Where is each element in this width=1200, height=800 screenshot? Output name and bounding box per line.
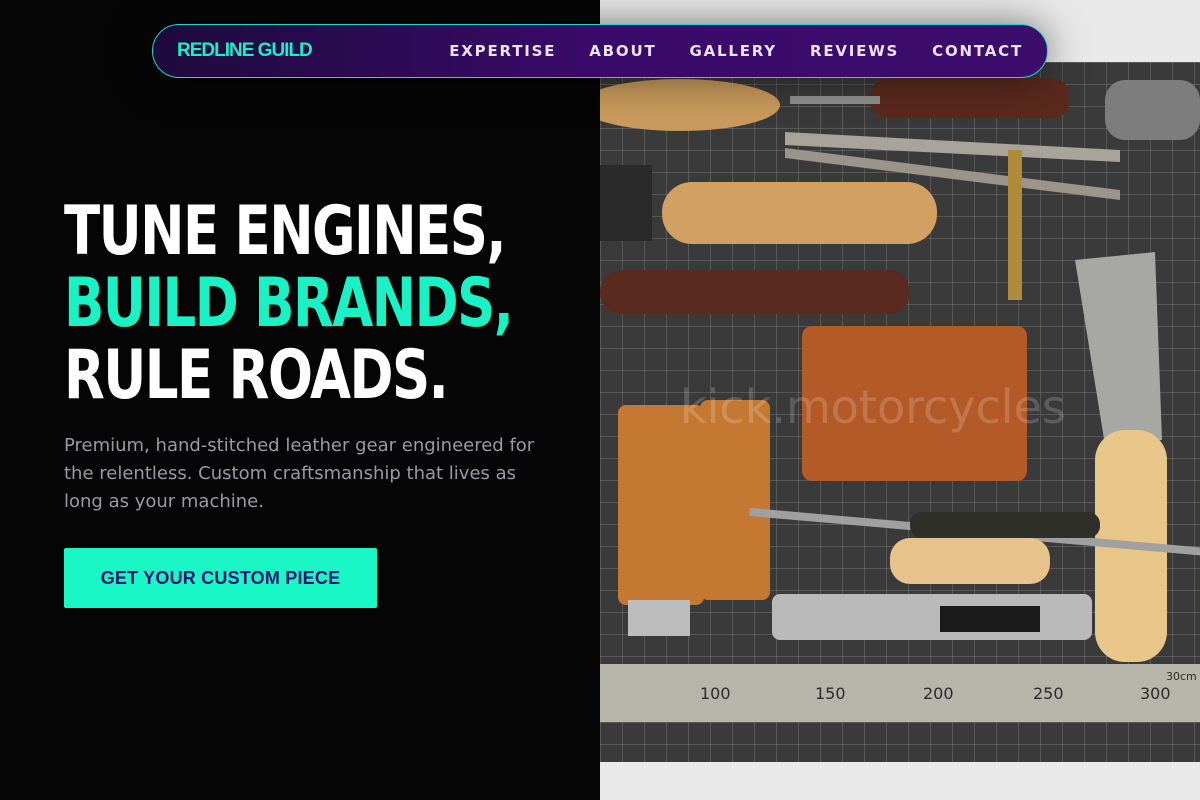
awl-dark-handle-shape (910, 512, 1100, 538)
nav-link-gallery[interactable]: GALLERY (689, 42, 776, 60)
ruler-unit: 30cm (1166, 670, 1197, 683)
ruler-label-100: 100 (700, 684, 731, 703)
cta-button[interactable]: GET YOUR CUSTOM PIECE (64, 548, 377, 608)
knife-blade-shape (1075, 252, 1162, 445)
wood-slicker-shape (600, 79, 780, 131)
ruler-label-200: 200 (923, 684, 954, 703)
nav-link-about[interactable]: ABOUT (589, 42, 656, 60)
hero-headline: TUNE ENGINES, BUILD BRANDS, RULE ROADS. (64, 192, 514, 415)
divider-screw-shape (1008, 150, 1022, 300)
awl-blade-shape (790, 96, 880, 104)
top-navigation: REDLINE GUILD EXPERTISE ABOUT GALLERY RE… (152, 24, 1048, 78)
ruler-label-250: 250 (1033, 684, 1064, 703)
roller-handle-shape (662, 182, 937, 244)
turned-handle-shape (600, 270, 910, 314)
brand-logo[interactable]: REDLINE GUILD (177, 40, 313, 62)
roller-head-shape (600, 165, 652, 241)
nav-link-reviews[interactable]: REVIEWS (810, 42, 899, 60)
watermark: kick.motorcycles (680, 380, 1066, 434)
ruler-labels: 100 150 200 250 300 30cm (600, 670, 1200, 708)
ruler-label-300: 300 (1140, 684, 1171, 703)
utility-knife-grip-shape (940, 606, 1040, 632)
nav-links: EXPERTISE ABOUT GALLERY REVIEWS CONTACT (416, 42, 1023, 60)
hero-line-one: TUNE ENGINES, (64, 192, 506, 271)
hero-line-three: RULE ROADS. (64, 336, 449, 415)
hero-line-two: BUILD BRANDS, (64, 264, 514, 343)
hero-photo: 100 150 200 250 300 30cm kick.motorcycle… (600, 0, 1200, 800)
nav-link-expertise[interactable]: EXPERTISE (449, 42, 556, 60)
awl-handle-shape (870, 78, 1070, 118)
ruler-label-150: 150 (815, 684, 846, 703)
hero-description: Premium, hand-stitched leather gear engi… (64, 435, 535, 512)
nav-link-contact[interactable]: CONTACT (932, 42, 1023, 60)
edge-tool-knob-shape (1105, 80, 1200, 140)
utility-knife-shape (772, 594, 1092, 640)
chisel-left-shape (618, 405, 704, 605)
chisel-prongs-shape (628, 600, 690, 636)
awl-light-handle-shape (890, 538, 1050, 584)
